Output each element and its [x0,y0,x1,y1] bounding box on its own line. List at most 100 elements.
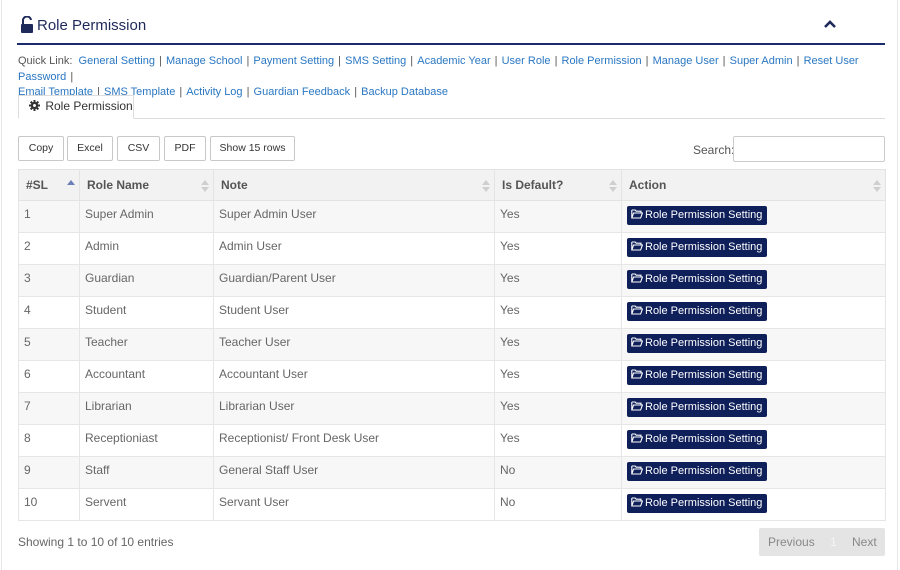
quick-link-sms-setting[interactable]: SMS Setting [345,55,406,67]
role-permission-setting-button[interactable]: Role Permission Setting [627,334,768,353]
cell-note: Guardian/Parent User [213,264,495,297]
quick-link-user-role[interactable]: User Role [502,55,551,67]
cell-is-default: No [494,456,622,489]
tab-bar: Role Permission [18,95,885,119]
folder-open-icon [631,465,644,475]
cell-action: Role Permission Setting [621,392,886,425]
quick-link-manage-school[interactable]: Manage School [166,55,242,67]
sort-asc-icon [67,180,75,185]
previous-button[interactable]: Previous [768,535,815,549]
action-label: Role Permission Setting [645,209,763,221]
cell-action: Role Permission Setting [621,456,886,489]
role-permission-panel: Role Permission Quick Link: General Sett… [1,0,898,570]
excel-button[interactable]: Excel [67,136,113,161]
quick-link-payment-setting[interactable]: Payment Setting [253,55,334,67]
cell-action: Role Permission Setting [621,424,886,457]
pagination: Previous 1 Next [759,528,885,556]
action-label: Role Permission Setting [645,337,763,349]
quick-link-manage-user[interactable]: Manage User [653,55,719,67]
table-row: 9 Staff General Staff User No Role Permissio… [18,456,886,489]
action-label: Role Permission Setting [645,465,763,477]
folder-open-icon [631,433,644,443]
cell-role-name: Receptioniast [79,424,214,457]
cell-note: Librarian User [213,392,495,425]
gear-icon [29,100,40,111]
column-header-sl[interactable]: #SL [18,169,80,201]
cell-is-default: Yes [494,296,622,329]
quick-links: Quick Link: General Setting | Manage Sch… [18,55,859,98]
sort-icon [609,180,617,192]
sort-icon [482,180,490,192]
folder-open-icon [631,273,644,283]
cell-is-default: Yes [494,424,622,457]
cell-note: Super Admin User [213,200,495,233]
cell-sl: 10 [18,488,80,521]
unlock-icon [21,16,33,33]
role-permission-setting-button[interactable]: Role Permission Setting [627,398,768,417]
role-permission-setting-button[interactable]: Role Permission Setting [627,270,768,289]
folder-open-icon [631,209,644,219]
table-row: 10 Servent Servant User No Role Permission S… [18,488,886,521]
column-header-is-default[interactable]: Is Default? [494,169,622,201]
cell-sl: 2 [18,232,80,265]
search-input[interactable] [733,136,885,162]
column-header-role-name[interactable]: Role Name [79,169,214,201]
pdf-button[interactable]: PDF [164,136,206,161]
role-permission-setting-button[interactable]: Role Permission Setting [627,462,768,481]
action-label: Role Permission Setting [645,241,763,253]
action-label: Role Permission Setting [645,497,763,509]
page-button-1[interactable]: 1 [830,535,837,549]
role-permission-setting-button[interactable]: Role Permission Setting [627,430,768,449]
cell-note: Teacher User [213,328,495,361]
cell-role-name: Admin [79,232,214,265]
table-row: 5 Teacher Teacher User Yes Role Permission S… [18,328,886,361]
chevron-up-icon[interactable] [823,18,837,30]
cell-role-name: Teacher [79,328,214,361]
cell-sl: 5 [18,328,80,361]
cell-sl: 9 [18,456,80,489]
cell-action: Role Permission Setting [621,264,886,297]
role-table: #SL Role Name Note Is Default? Action 1S… [18,169,886,521]
role-permission-setting-button[interactable]: Role Permission Setting [627,206,768,225]
csv-button[interactable]: CSV [117,136,160,161]
cell-sl: 7 [18,392,80,425]
quick-link-role-permission[interactable]: Role Permission [562,55,642,67]
role-permission-setting-button[interactable]: Role Permission Setting [627,238,768,257]
tab-role-permission[interactable]: Role Permission [18,95,134,119]
folder-open-icon [631,305,644,315]
table-header-row: #SL Role Name Note Is Default? Action [18,169,886,201]
cell-role-name: Servent [79,488,214,521]
cell-is-default: Yes [494,264,622,297]
cell-is-default: Yes [494,232,622,265]
cell-role-name: Staff [79,456,214,489]
role-permission-setting-button[interactable]: Role Permission Setting [627,366,768,385]
cell-note: Servant User [213,488,495,521]
show-rows-button[interactable]: Show 15 rows [210,136,295,161]
cell-action: Role Permission Setting [621,360,886,393]
role-permission-setting-button[interactable]: Role Permission Setting [627,302,768,321]
cell-note: General Staff User [213,456,495,489]
folder-open-icon [631,401,644,411]
quick-link-super-admin[interactable]: Super Admin [730,55,793,67]
table-row: 8 Receptioniast Receptionist/ Front Desk U… [18,424,886,457]
cell-note: Accountant User [213,360,495,393]
table-row: 4 Student Student User Yes Role Permission S… [18,296,886,329]
cell-is-default: No [494,488,622,521]
folder-open-icon [631,241,644,251]
cell-action: Role Permission Setting [621,200,886,233]
sort-icon [201,180,209,192]
cell-note: Admin User [213,232,495,265]
table-row: 2 Admin Admin User Yes Role Permission Setti… [18,232,886,265]
panel-header: Role Permission [17,14,885,45]
role-permission-setting-button[interactable]: Role Permission Setting [627,494,768,513]
quick-link-general-setting[interactable]: General Setting [79,55,155,67]
cell-role-name: Accountant [79,360,214,393]
next-button[interactable]: Next [852,535,877,549]
quick-link-academic-year[interactable]: Academic Year [417,55,490,67]
copy-button[interactable]: Copy [18,136,64,161]
column-header-note[interactable]: Note [213,169,495,201]
cell-role-name: Guardian [79,264,214,297]
cell-sl: 4 [18,296,80,329]
column-header-action[interactable]: Action [621,169,886,201]
cell-action: Role Permission Setting [621,296,886,329]
